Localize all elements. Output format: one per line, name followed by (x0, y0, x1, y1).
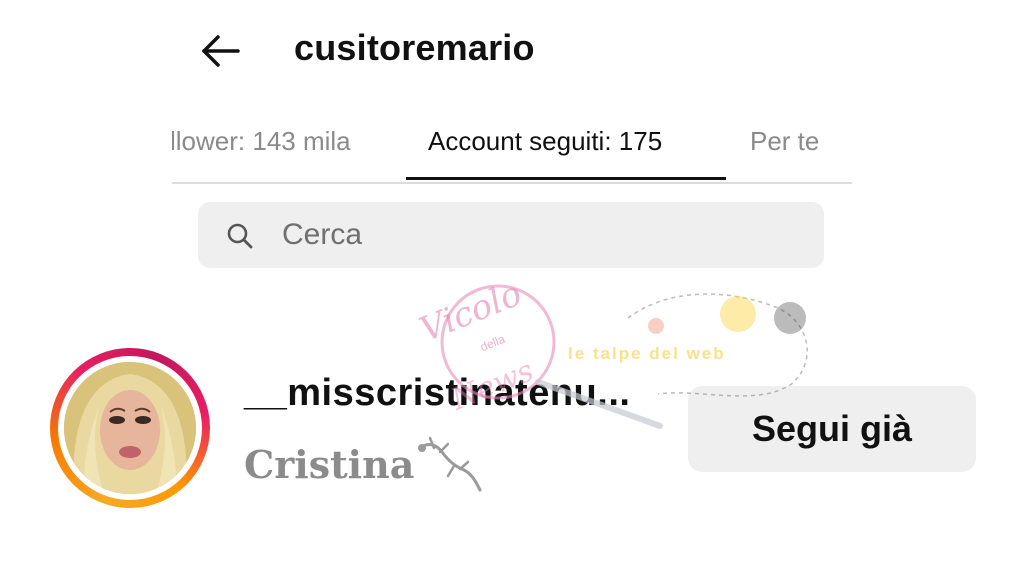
screenshot-collage: cusitoremario llower: 143 mila Account s… (0, 0, 1024, 575)
following-button[interactable]: Segui già (688, 386, 976, 472)
search-placeholder: Cerca (282, 218, 363, 251)
profile-username[interactable]: __misscristinatenu... (244, 372, 630, 415)
avatar-border (58, 356, 202, 500)
lizard-icon (418, 436, 482, 492)
page-title: cusitoremario (294, 27, 535, 68)
story-ring[interactable] (50, 348, 210, 508)
profile-display-name: Cristina (244, 442, 415, 487)
tab-for-you[interactable]: Per te (750, 126, 819, 157)
search-icon (227, 223, 253, 249)
arrow-left-icon[interactable] (200, 30, 242, 72)
search-input[interactable]: Cerca (198, 202, 824, 268)
following-list-header-panel: cusitoremario llower: 143 mila Account s… (172, 0, 852, 290)
active-tab-indicator (406, 177, 726, 180)
tab-following[interactable]: Account seguiti: 175 (428, 126, 662, 157)
avatar (64, 362, 196, 494)
tab-followers[interactable]: llower: 143 mila (172, 126, 351, 157)
avatar-portrait-image (64, 362, 196, 494)
tab-bar: llower: 143 mila Account seguiti: 175 Pe… (172, 110, 852, 184)
following-list-item: __misscristinatenu... Cristina Segui già (0, 330, 1024, 530)
